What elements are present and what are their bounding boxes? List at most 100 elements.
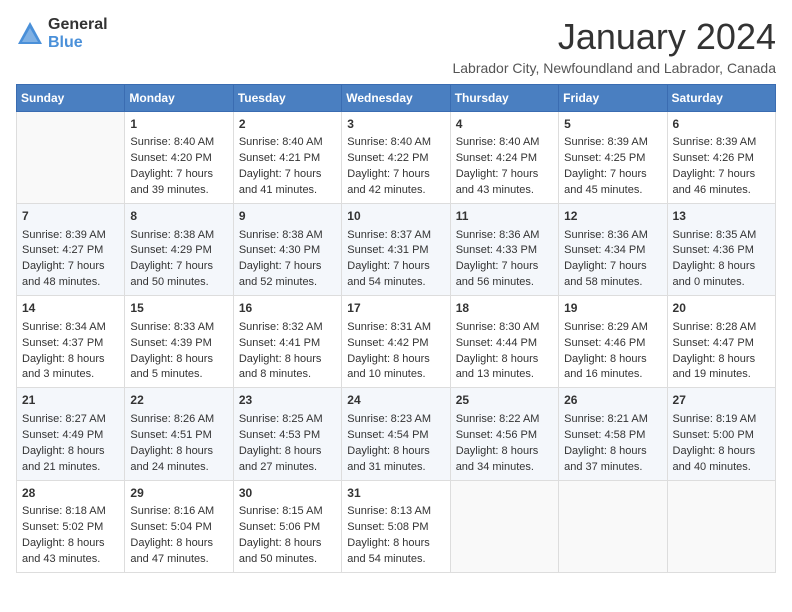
day-number: 13 [673,208,770,225]
calendar-cell: 18Sunrise: 8:30 AMSunset: 4:44 PMDayligh… [450,296,558,388]
day-info: and 31 minutes. [347,460,444,476]
day-info: Daylight: 7 hours [673,167,770,183]
logo-icon [16,20,44,48]
day-info: and 42 minutes. [347,183,444,199]
day-info: Daylight: 8 hours [130,352,227,368]
day-info: Sunset: 4:37 PM [22,336,119,352]
calendar-table: SundayMondayTuesdayWednesdayThursdayFrid… [16,84,776,573]
calendar-cell [17,112,125,204]
day-info: Sunset: 4:27 PM [22,243,119,259]
day-info: Sunset: 4:42 PM [347,336,444,352]
day-info: and 46 minutes. [673,183,770,199]
day-info: and 0 minutes. [673,275,770,291]
day-number: 14 [22,300,119,317]
day-number: 9 [239,208,336,225]
calendar-cell: 10Sunrise: 8:37 AMSunset: 4:31 PMDayligh… [342,204,450,296]
day-number: 16 [239,300,336,317]
day-info: Daylight: 7 hours [22,259,119,275]
day-info: Sunset: 4:34 PM [564,243,661,259]
calendar-cell [450,480,558,572]
day-info: and 8 minutes. [239,367,336,383]
day-info: Daylight: 8 hours [130,536,227,552]
day-info: Daylight: 8 hours [130,444,227,460]
title-area: January 2024 Labrador City, Newfoundland… [452,16,776,76]
day-info: Sunset: 4:49 PM [22,428,119,444]
day-info: Daylight: 8 hours [673,444,770,460]
calendar-cell: 28Sunrise: 8:18 AMSunset: 5:02 PMDayligh… [17,480,125,572]
day-info: and 54 minutes. [347,552,444,568]
day-info: Sunset: 4:56 PM [456,428,553,444]
day-info: Sunset: 4:39 PM [130,336,227,352]
day-info: Sunrise: 8:40 AM [347,135,444,151]
day-number: 25 [456,392,553,409]
day-info: Sunrise: 8:29 AM [564,320,661,336]
day-info: Sunset: 4:26 PM [673,151,770,167]
day-info: Sunrise: 8:22 AM [456,412,553,428]
day-info: and 39 minutes. [130,183,227,199]
calendar-cell: 20Sunrise: 8:28 AMSunset: 4:47 PMDayligh… [667,296,775,388]
day-info: Daylight: 7 hours [347,259,444,275]
day-info: Sunrise: 8:16 AM [130,504,227,520]
day-number: 5 [564,116,661,133]
day-info: Sunrise: 8:13 AM [347,504,444,520]
day-info: Sunset: 4:25 PM [564,151,661,167]
calendar-cell: 6Sunrise: 8:39 AMSunset: 4:26 PMDaylight… [667,112,775,204]
day-info: and 10 minutes. [347,367,444,383]
calendar-week-4: 21 Sunrise: 8:27 AMSunset: 4:49 PM Dayligh… [17,388,776,480]
day-info: Sunset: 4:51 PM [130,428,227,444]
day-info: and 56 minutes. [456,275,553,291]
day-info: Daylight: 7 hours [130,167,227,183]
day-info: and 52 minutes. [239,275,336,291]
day-number: 2 [239,116,336,133]
day-info: Sunset: 4:31 PM [347,243,444,259]
day-info: Daylight: 8 hours [673,259,770,275]
day-info: and 24 minutes. [130,460,227,476]
day-info: Sunset: 5:00 PM [673,428,770,444]
day-number: 28 [22,485,119,502]
day-info: Daylight: 8 hours [239,444,336,460]
day-info: and 34 minutes. [456,460,553,476]
day-header-sunday: Sunday [17,85,125,112]
day-info: Sunset: 4:21 PM [239,151,336,167]
day-info: Daylight: 8 hours [456,352,553,368]
day-info: Daylight: 8 hours [347,444,444,460]
day-info: Sunset: 4:36 PM [673,243,770,259]
calendar-cell: 21Sunrise: 8:27 AMSunset: 4:49 PMDayligh… [17,388,125,480]
day-header-monday: Monday [125,85,233,112]
day-info: Sunset: 5:02 PM [22,520,119,536]
day-info: Sunrise: 8:36 AM [456,228,553,244]
day-info: and 19 minutes. [673,367,770,383]
day-info: Sunrise: 8:27 AM [22,412,119,428]
day-header-saturday: Saturday [667,85,775,112]
day-info: and 50 minutes. [239,552,336,568]
day-info: Sunset: 4:22 PM [347,151,444,167]
day-info: Daylight: 7 hours [564,259,661,275]
calendar-cell: 4Sunrise: 8:40 AMSunset: 4:24 PMDaylight… [450,112,558,204]
day-info: Daylight: 8 hours [564,352,661,368]
day-info: and 13 minutes. [456,367,553,383]
day-info: Sunrise: 8:39 AM [564,135,661,151]
day-number: 21 [22,392,119,409]
day-number: 22 [130,392,227,409]
day-info: Daylight: 7 hours [456,259,553,275]
day-number: 10 [347,208,444,225]
day-info: Sunrise: 8:38 AM [239,228,336,244]
day-info: Sunrise: 8:21 AM [564,412,661,428]
calendar-cell: 25Sunrise: 8:22 AMSunset: 4:56 PMDayligh… [450,388,558,480]
day-info: Sunrise: 8:34 AM [22,320,119,336]
calendar-cell: 17Sunrise: 8:31 AMSunset: 4:42 PMDayligh… [342,296,450,388]
day-info: Sunrise: 8:39 AM [673,135,770,151]
calendar-cell: 29Sunrise: 8:16 AMSunset: 5:04 PMDayligh… [125,480,233,572]
day-number: 23 [239,392,336,409]
day-info: Daylight: 7 hours [347,167,444,183]
day-number: 24 [347,392,444,409]
day-info: and 48 minutes. [22,275,119,291]
day-number: 31 [347,485,444,502]
day-info: Sunrise: 8:40 AM [239,135,336,151]
calendar-cell: 24Sunrise: 8:23 AMSunset: 4:54 PMDayligh… [342,388,450,480]
day-info: Sunset: 4:30 PM [239,243,336,259]
day-header-thursday: Thursday [450,85,558,112]
month-title: January 2024 [452,16,776,58]
day-info: Sunrise: 8:25 AM [239,412,336,428]
day-info: Sunset: 4:33 PM [456,243,553,259]
